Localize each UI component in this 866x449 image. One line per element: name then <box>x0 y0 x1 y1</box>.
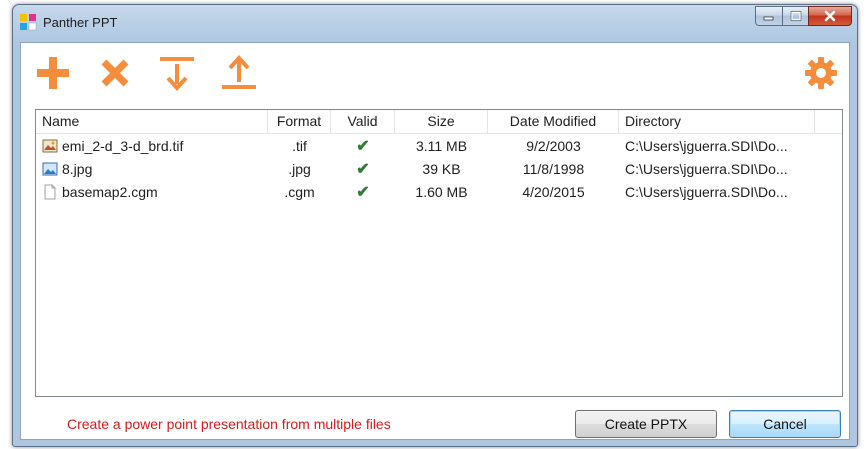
status-message: Create a power point presentation from m… <box>67 416 391 432</box>
valid-check-icon: ✔ <box>356 183 370 201</box>
add-icon <box>37 57 69 89</box>
column-header-date-modified[interactable]: Date Modified <box>488 110 619 133</box>
file-directory: C:\Users\jguerra.SDI\Do... <box>625 183 788 200</box>
minimize-icon <box>763 16 774 21</box>
valid-check-icon: ✔ <box>356 160 370 178</box>
column-header-size[interactable]: Size <box>395 110 488 133</box>
file-size: 3.11 MB <box>415 137 468 154</box>
move-down-icon <box>160 57 194 91</box>
cancel-button[interactable]: Cancel <box>729 410 841 438</box>
maximize-button[interactable] <box>782 6 808 26</box>
file-format: .jpg <box>288 160 311 177</box>
remove-file-button[interactable] <box>95 53 135 93</box>
close-icon <box>824 10 836 22</box>
column-header-format[interactable]: Format <box>268 110 331 133</box>
file-format: .cgm <box>284 183 315 200</box>
file-date-modified: 4/20/2015 <box>522 183 585 200</box>
list-item[interactable]: emi_2-d_3-d_brd.tif .tif ✔ 3.11 MB 9/2/2… <box>36 134 842 157</box>
remove-icon <box>101 59 129 87</box>
column-header-valid[interactable]: Valid <box>331 110 395 133</box>
settings-button[interactable] <box>801 53 841 93</box>
file-date-modified: 9/2/2003 <box>526 137 581 154</box>
list-item[interactable]: basemap2.cgm .cgm ✔ 1.60 MB 4/20/2015 C:… <box>36 180 842 203</box>
file-name: emi_2-d_3-d_brd.tif <box>62 137 184 154</box>
column-header-filler <box>815 110 842 133</box>
settings-icon <box>805 57 837 89</box>
column-header-directory[interactable]: Directory <box>619 110 815 133</box>
client-area: Name Format Valid Size Date Modified Dir… <box>20 42 850 440</box>
file-format: .tif <box>292 137 307 154</box>
move-down-button[interactable] <box>157 53 197 93</box>
file-name: 8.jpg <box>62 160 93 177</box>
window-title: Panther PPT <box>43 15 118 30</box>
file-date-modified: 11/8/1998 <box>522 160 585 177</box>
blank-file-icon <box>44 184 56 199</box>
file-list[interactable]: Name Format Valid Size Date Modified Dir… <box>35 109 843 397</box>
close-button[interactable] <box>808 6 852 26</box>
window-controls <box>755 6 852 26</box>
list-item[interactable]: 8.jpg .jpg ✔ 39 KB 11/8/1998 C:\Users\jg… <box>36 157 842 180</box>
app-logo-icon <box>20 14 37 31</box>
minimize-button[interactable] <box>755 6 782 26</box>
move-up-button[interactable] <box>219 53 259 93</box>
create-pptx-button[interactable]: Create PPTX <box>575 410 717 438</box>
file-name: basemap2.cgm <box>62 183 158 200</box>
file-directory: C:\Users\jguerra.SDI\Do... <box>625 137 788 154</box>
column-header-name[interactable]: Name <box>36 110 268 133</box>
picture-file-icon <box>42 162 58 175</box>
file-directory: C:\Users\jguerra.SDI\Do... <box>625 160 788 177</box>
image-file-icon <box>42 139 58 152</box>
valid-check-icon: ✔ <box>356 137 370 155</box>
title-bar[interactable]: Panther PPT <box>13 5 857 39</box>
add-file-button[interactable] <box>33 53 73 93</box>
app-window: Panther PPT Name Format Valid Size Date … <box>12 4 858 447</box>
toolbar <box>33 53 841 93</box>
file-size: 1.60 MB <box>415 183 468 200</box>
move-up-icon <box>222 55 256 89</box>
maximize-icon <box>790 11 801 21</box>
list-header: Name Format Valid Size Date Modified Dir… <box>36 110 842 134</box>
file-size: 39 KB <box>422 160 461 177</box>
